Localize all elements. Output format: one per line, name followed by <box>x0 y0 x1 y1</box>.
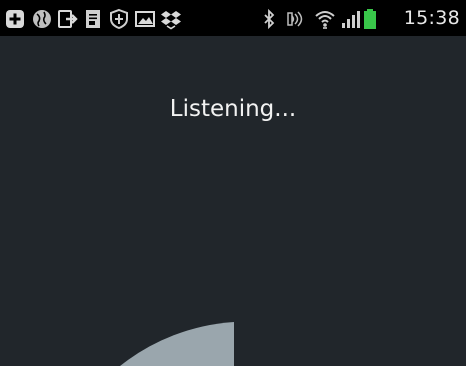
voice-level-wedge <box>120 322 234 366</box>
voice-search-screen: 15:38 Listening... <box>0 0 466 366</box>
voice-level-indicator[interactable] <box>0 0 466 366</box>
